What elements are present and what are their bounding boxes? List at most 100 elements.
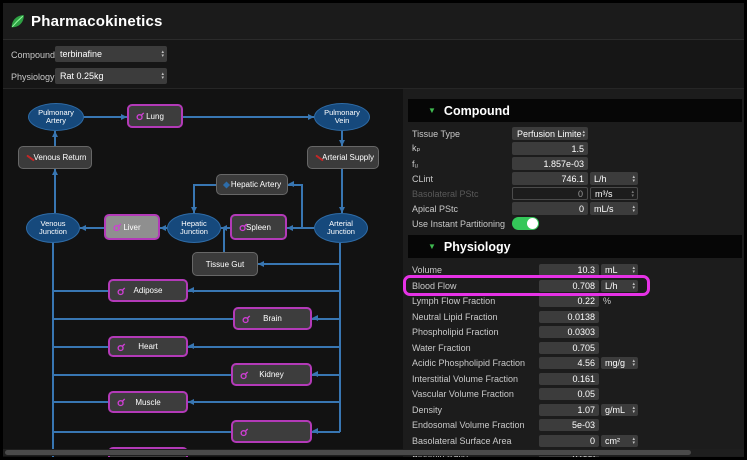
apical-pstc-unit-select[interactable]: mL/s▴▾ [590, 202, 638, 215]
endosomal-volume-fraction-input[interactable]: 5e-03 [539, 419, 599, 431]
node-label: Hepatic Junction [169, 220, 219, 236]
blood-flow-input[interactable]: 0.708 [539, 280, 599, 292]
acidic-phospholipid-unit-select[interactable]: mg/g▴▾ [601, 357, 638, 369]
fu-input[interactable]: 1.857e-03 [512, 157, 588, 170]
field-row-blood-flow: Blood Flow 0.708 L/h▴▾ [412, 280, 638, 292]
field-label: CLint [412, 174, 510, 184]
field-row: Tissue Type Perfusion Limited▴▾ [412, 127, 638, 140]
clint-unit-select[interactable]: L/h ▴▾ [590, 172, 638, 185]
phospholipid-fraction-input[interactable]: 0.0303 [539, 326, 599, 338]
node-pulmonary-vein[interactable]: Pulmonary Vein [314, 103, 370, 131]
lymph-flow-fraction-input[interactable]: 0.22 [539, 295, 599, 307]
scrollbar-thumb[interactable] [5, 450, 691, 455]
flask-icon [117, 286, 126, 295]
node-kidney[interactable]: Kidney [231, 363, 312, 386]
volume-input[interactable]: 10.3 [539, 264, 599, 276]
kp-input[interactable]: 1.5 [512, 142, 588, 155]
node-tissue-gut[interactable]: Tissue Gut [192, 252, 258, 276]
node-venous-return[interactable]: Venous Return [18, 146, 92, 169]
apical-pstc-input[interactable]: 0 [512, 202, 588, 215]
node-heart[interactable]: Heart [108, 336, 188, 357]
field-label: fᵤ [412, 159, 510, 169]
water-fraction-input[interactable]: 0.705 [539, 342, 599, 354]
flow-arrow [80, 225, 86, 231]
node-muscle[interactable]: Muscle [108, 391, 188, 413]
unit-value: L/h [590, 174, 607, 184]
stepper-icon[interactable]: ▴▾ [161, 72, 167, 80]
flow-arrow [188, 343, 194, 349]
basolateral-surface-area-unit-select[interactable]: cm²▴▾ [601, 435, 638, 447]
node-brain[interactable]: Brain [233, 307, 312, 330]
flow-line [53, 374, 231, 376]
flow-arrow [52, 131, 58, 137]
field-label: Basolateral Surface Area [412, 436, 537, 446]
stepper-icon[interactable]: ▴▾ [632, 359, 638, 367]
physiology-rows: Volume 10.3 mL▴▾ Blood Flow 0.708 L/h▴▾ … [403, 258, 744, 457]
stepper-icon[interactable]: ▴▾ [582, 130, 588, 138]
stepper-icon[interactable]: ▴▾ [632, 406, 638, 414]
node-hepatic-artery[interactable]: Hepatic Artery [216, 174, 288, 195]
node-lung[interactable]: Lung [127, 104, 183, 128]
node-hepatic-junction[interactable]: Hepatic Junction [167, 213, 221, 243]
acidic-phospholipid-fraction-input[interactable]: 4.56 [539, 357, 599, 369]
field-label: Endosomal Volume Fraction [412, 420, 537, 430]
node-venous-junction[interactable]: Venous Junction [26, 213, 80, 243]
field-label: Blood Flow [412, 281, 537, 291]
flow-arrow [312, 371, 318, 377]
flow-arrow [288, 181, 294, 187]
blood-flow-unit-select[interactable]: L/h▴▾ [601, 280, 638, 292]
basolateral-surface-area-input[interactable]: 0 [539, 435, 599, 447]
stepper-icon[interactable]: ▴▾ [632, 437, 638, 445]
flow-line [188, 401, 340, 403]
stepper-icon[interactable]: ▴▾ [161, 50, 167, 58]
stepper-icon[interactable]: ▴▾ [632, 282, 638, 290]
vascular-volume-fraction-input[interactable]: 0.05 [539, 388, 599, 400]
field-label: Water Fraction [412, 343, 537, 353]
flow-arrow [312, 315, 318, 321]
clint-input[interactable]: 746.1 [512, 172, 588, 185]
field-label: Vascular Volume Fraction [412, 389, 537, 399]
field-row: Volume 10.3 mL▴▾ [412, 264, 638, 276]
flask-icon [242, 314, 251, 323]
unit-value: mL [601, 265, 618, 275]
horizontal-scrollbar[interactable] [3, 449, 744, 456]
density-input[interactable]: 1.07 [539, 404, 599, 416]
page-title: Pharmacokinetics [31, 13, 163, 30]
instant-partitioning-toggle[interactable] [512, 217, 539, 230]
unit-value: m³/s [591, 189, 613, 199]
collapse-triangle-icon[interactable]: ▼ [428, 106, 436, 115]
flow-line [188, 290, 340, 292]
field-row: Lymph Flow Fraction 0.22 % [412, 295, 638, 307]
interstitial-volume-fraction-input[interactable]: 0.161 [539, 373, 599, 385]
collapse-triangle-icon[interactable]: ▼ [428, 242, 436, 251]
physiology-select[interactable]: Rat 0.25kg ▴▾ [55, 68, 167, 84]
compound-section-header[interactable]: ▼ Compound [408, 99, 742, 122]
field-label: Neutral Lipid Fraction [412, 312, 537, 322]
compound-select[interactable]: terbinafine ▴▾ [55, 46, 167, 62]
compound-select-label: Compound [11, 50, 55, 60]
flow-line [54, 169, 56, 213]
field-label: Phospholipid Fraction [412, 327, 537, 337]
node-arterial-junction[interactable]: Arterial Junction [314, 213, 368, 243]
physiology-section-header[interactable]: ▼ Physiology [408, 235, 742, 258]
field-label: Acidic Phospholipid Fraction [412, 358, 537, 368]
stepper-icon[interactable]: ▴▾ [632, 266, 638, 274]
field-row: Interstitial Volume Fraction 0.161 [412, 373, 638, 385]
node-pulmonary-artery[interactable]: Pulmonary Artery [28, 103, 84, 131]
node-adipose[interactable]: Adipose [108, 279, 188, 302]
tissue-type-select[interactable]: Perfusion Limited▴▾ [512, 127, 588, 140]
node-liver[interactable]: Liver [104, 214, 160, 240]
node-arterial-supply[interactable]: Arterial Supply [307, 146, 379, 169]
node-label: Arterial Junction [316, 220, 366, 236]
neutral-lipid-fraction-input[interactable]: 0.0138 [539, 311, 599, 323]
density-unit-select[interactable]: g/mL▴▾ [601, 404, 638, 416]
node-spleen[interactable]: Spleen [230, 214, 287, 240]
flow-line [53, 431, 231, 433]
toolbar: Compound terbinafine ▴▾ Physiology Rat 0… [3, 40, 744, 89]
diamond-icon [224, 182, 229, 187]
stepper-icon[interactable]: ▴▾ [632, 175, 638, 183]
select-value: Perfusion Limited [512, 129, 582, 139]
node-other-tissues[interactable] [231, 420, 312, 443]
volume-unit-select[interactable]: mL ▴▾ [601, 264, 638, 276]
stepper-icon[interactable]: ▴▾ [632, 205, 638, 213]
